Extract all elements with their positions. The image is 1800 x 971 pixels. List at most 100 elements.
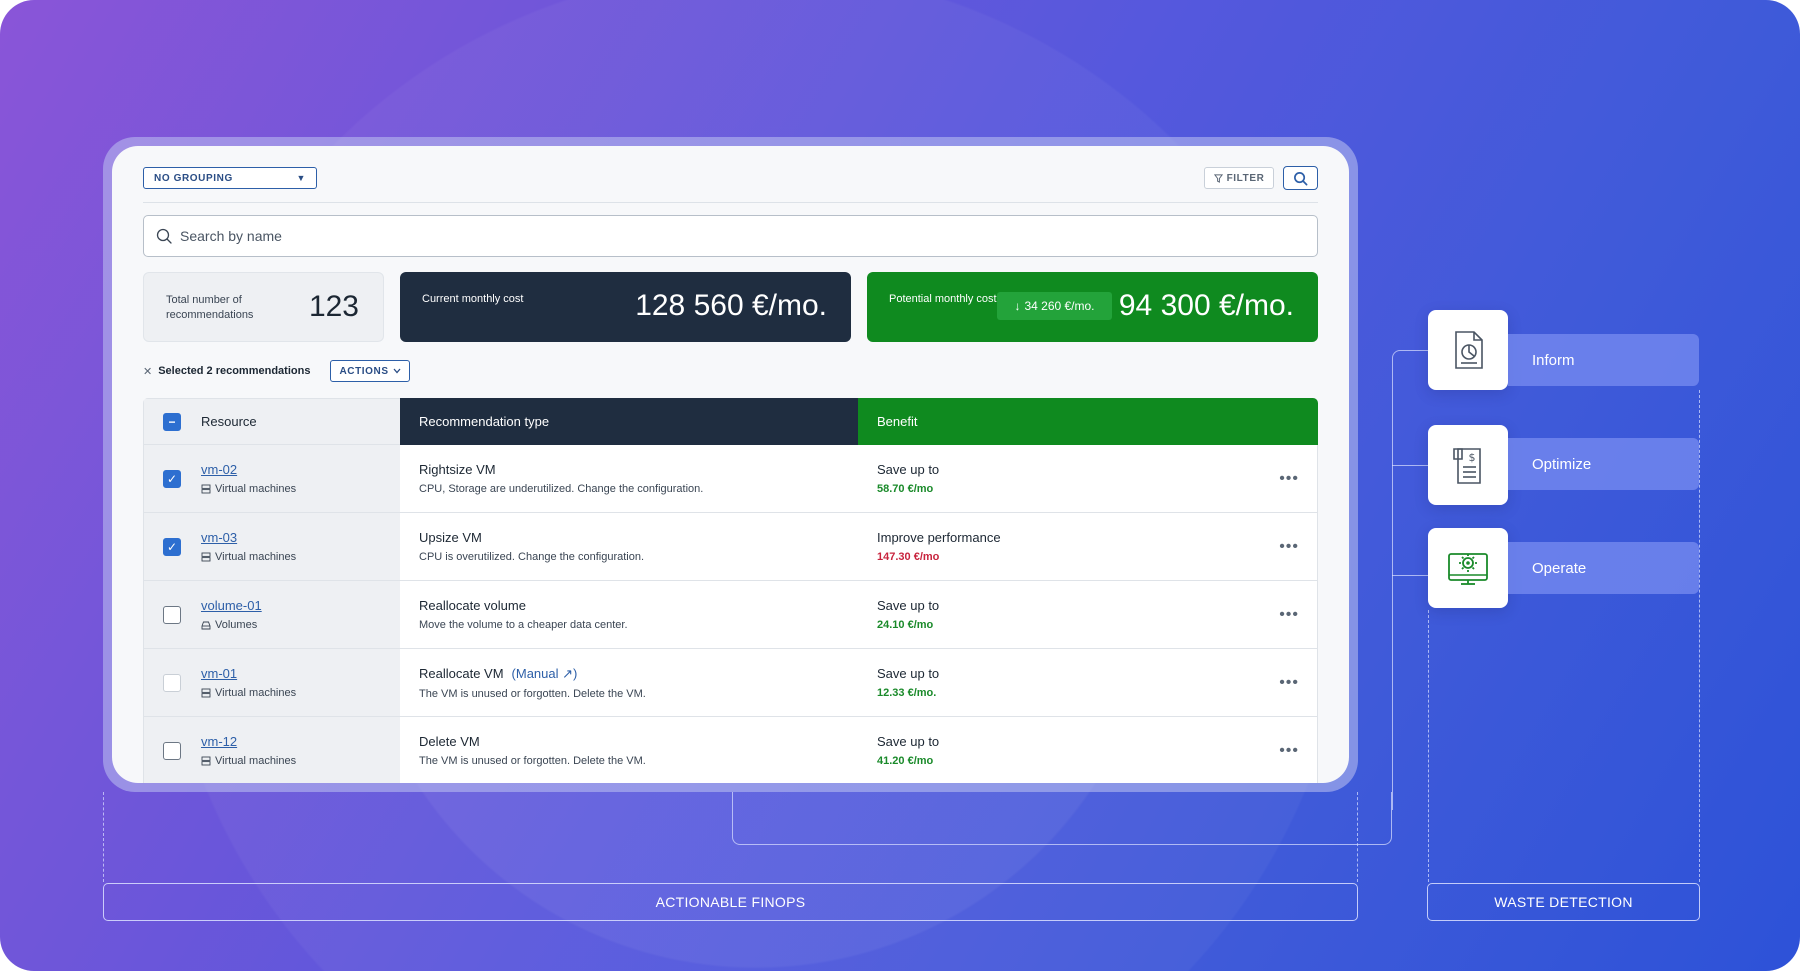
server-icon — [201, 756, 211, 766]
savings-badge: ↓ 34 260 €/mo. — [997, 292, 1112, 320]
stat-potential-value: 94 300 €/mo. — [1118, 289, 1294, 322]
benefit-info: Improve performance 147.30 €/mo — [877, 530, 1001, 563]
more-options-icon[interactable]: ••• — [1279, 470, 1299, 488]
resource-kind-label: Virtual machines — [215, 755, 297, 767]
column-header-benefit: Benefit — [858, 398, 1318, 445]
more-options-icon[interactable]: ••• — [1279, 674, 1299, 692]
step-pill-operate[interactable]: Operate — [1508, 542, 1699, 594]
search-icon — [156, 228, 172, 244]
resource-kind-label: Virtual machines — [215, 551, 297, 563]
row-checkbox[interactable] — [163, 605, 181, 624]
table-row: volume-01 Volumes Reallocate volume Move th… — [143, 581, 1318, 649]
recommendation-cell: Reallocate volume Move the volume to a ch… — [400, 581, 858, 648]
more-options-icon[interactable]: ••• — [1279, 742, 1299, 760]
check-icon: ✓ — [166, 539, 178, 554]
benefit-title: Save up to — [877, 598, 940, 613]
savings-badge-value: 34 260 €/mo. — [1024, 299, 1095, 313]
row-checkbox[interactable] — [163, 673, 181, 692]
recommendation-title-line: Delete VM — [419, 734, 858, 749]
actions-button-label: ACTIONS — [339, 365, 389, 377]
resource-cell: ✓ vm-03 Virtual machines — [143, 513, 400, 580]
table-row: ✓ vm-02 Virtual machines Rightsize VM CPU, S… — [143, 445, 1318, 513]
resource-info: vm-01 Virtual machines — [201, 666, 296, 699]
recommendation-cell: Reallocate VM (Manual ↗) The VM is unused … — [400, 649, 858, 716]
caret-down-icon: ▼ — [296, 173, 306, 183]
recommendation-description: The VM is unused or forgotten. Delete th… — [419, 687, 646, 700]
resource-link[interactable]: vm-01 — [201, 666, 296, 681]
select-all-checkbox[interactable]: − — [163, 412, 181, 431]
row-checkbox[interactable] — [163, 741, 181, 760]
benefit-info: Save up to 41.20 €/mo — [877, 734, 939, 767]
benefit-title: Save up to — [877, 462, 940, 477]
table-row: vm-12 Virtual machines Delete VM The VM is … — [143, 717, 1318, 783]
stat-current-label: Current monthly cost — [422, 293, 524, 305]
search-bar — [143, 215, 1318, 257]
more-options-icon[interactable]: ••• — [1279, 538, 1299, 556]
benefit-title: Save up to — [877, 734, 940, 749]
benefit-info: Save up to 24.10 €/mo — [877, 598, 939, 631]
resource-cell: vm-01 Virtual machines — [143, 649, 400, 716]
resource-link[interactable]: vm-12 — [201, 734, 296, 749]
step-card-operate[interactable] — [1428, 528, 1508, 608]
connector-vertical-right-2 — [1699, 390, 1700, 882]
toolbar: NO GROUPING ▼ FILTER — [143, 166, 1318, 203]
step-pill-inform[interactable]: Inform — [1508, 334, 1699, 386]
benefit-cell: Save up to 12.33 €/mo. ••• — [858, 649, 1318, 716]
stat-total-label: Total number of recommendations — [166, 294, 254, 321]
recommendation-title-line: Upsize VM — [419, 530, 858, 545]
search-icon — [1294, 171, 1308, 185]
benefit-info: Save up to 58.70 €/mo — [877, 462, 939, 495]
step-card-inform[interactable] — [1428, 310, 1508, 390]
resource-link[interactable]: vm-02 — [201, 462, 296, 477]
resource-kind: Virtual machines — [201, 755, 296, 767]
more-options-icon[interactable]: ••• — [1279, 606, 1299, 624]
step-label-optimize: Optimize — [1532, 455, 1592, 473]
recommendation-cell: Upsize VM CPU is overutilized. Change the… — [400, 513, 858, 580]
connector-branch-optimize — [1392, 465, 1428, 466]
stat-total-value: 123 — [308, 290, 359, 323]
benefit-amount: 12.33 €/mo. — [877, 687, 937, 699]
benefit-amount: 147.30 €/mo — [877, 551, 940, 563]
resource-kind: Virtual machines — [201, 483, 296, 495]
stat-current-cost: Current monthly cost 128 560 €/mo. — [400, 272, 851, 342]
table-row: ✓ vm-03 Virtual machines Upsize VM CPU is ov… — [143, 513, 1318, 581]
chevron-down-icon — [393, 368, 401, 374]
search-button[interactable] — [1283, 166, 1318, 190]
actions-button[interactable]: ACTIONS — [330, 360, 410, 382]
step-label-inform: Inform — [1532, 351, 1575, 369]
filter-button[interactable]: FILTER — [1204, 167, 1274, 189]
column-header-resource-label: Resource — [201, 414, 257, 429]
benefit-title: Improve performance — [877, 530, 1001, 545]
clear-selection-icon[interactable]: ✕ — [143, 365, 152, 378]
column-header-type: Recommendation type — [400, 398, 858, 445]
grouping-select[interactable]: NO GROUPING ▼ — [143, 167, 317, 189]
connector-bracket — [732, 792, 1392, 845]
row-checkbox[interactable]: ✓ — [163, 469, 181, 488]
step-pill-optimize[interactable]: Optimize — [1508, 438, 1699, 490]
resource-info: vm-03 Virtual machines — [201, 530, 296, 563]
resource-kind: Virtual machines — [201, 551, 296, 563]
benefit-title: Save up to — [877, 666, 940, 681]
benefit-cell: Save up to 41.20 €/mo ••• — [858, 717, 1318, 783]
recommendation-title: Delete VM — [419, 734, 480, 749]
step-card-optimize[interactable]: $ — [1428, 425, 1508, 505]
background-stage: NO GROUPING ▼ FILTER Total number of rec… — [0, 0, 1800, 971]
arrow-down-icon: ↓ — [1014, 299, 1021, 313]
recommendation-title-line: Reallocate VM (Manual ↗) — [419, 666, 858, 682]
manual-link[interactable]: (Manual ↗) — [512, 666, 578, 681]
resource-kind: Volumes — [201, 619, 262, 631]
table-body: ✓ vm-02 Virtual machines Rightsize VM CPU, S… — [143, 445, 1318, 783]
server-icon — [201, 484, 211, 494]
label-actionable-finops: ACTIONABLE FINOPS — [103, 883, 1358, 921]
resource-cell: ✓ vm-02 Virtual machines — [143, 445, 400, 512]
resource-cell: volume-01 Volumes — [143, 581, 400, 648]
resource-link[interactable]: volume-01 — [201, 598, 262, 613]
search-input[interactable] — [180, 228, 1317, 244]
recommendation-title-line: Reallocate volume — [419, 598, 858, 613]
selection-bar: ✕ Selected 2 recommendations ACTIONS — [143, 359, 410, 383]
resource-link[interactable]: vm-03 — [201, 530, 296, 545]
row-checkbox[interactable]: ✓ — [163, 537, 181, 556]
check-icon: ✓ — [166, 471, 178, 486]
stat-current-value: 128 560 €/mo. — [635, 289, 827, 322]
label-waste-detection-text: WASTE DETECTION — [1494, 894, 1633, 910]
